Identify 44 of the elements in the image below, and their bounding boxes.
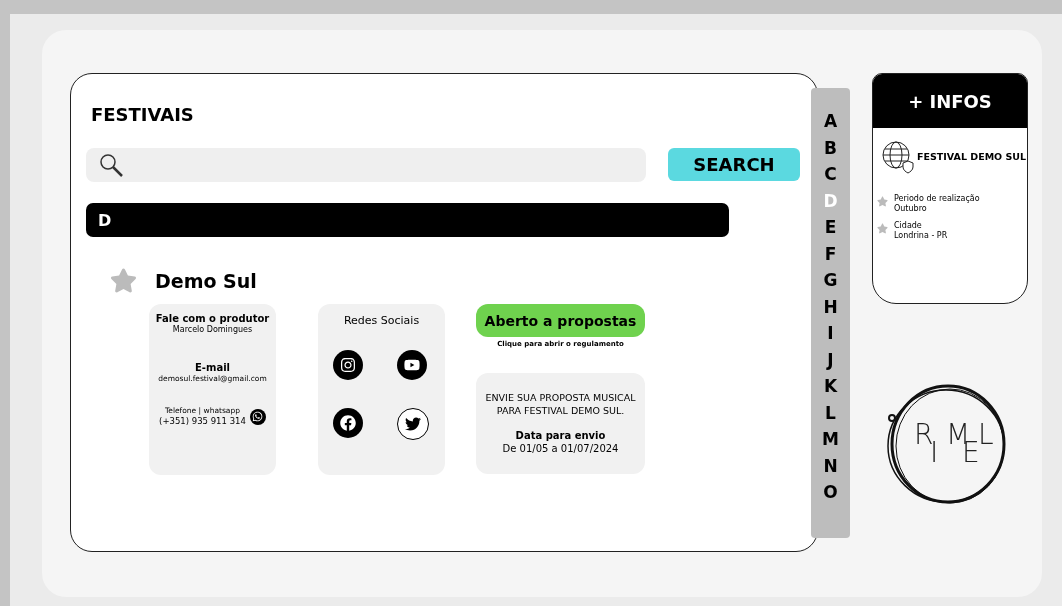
- date-label: Data para envio: [515, 428, 606, 442]
- alphabet-letter[interactable]: F: [824, 240, 837, 267]
- search-field[interactable]: [86, 148, 646, 182]
- infos-festival-name: FESTIVAL DEMO SUL: [917, 150, 1027, 164]
- section-header: D: [86, 203, 729, 237]
- whatsapp-icon[interactable]: [249, 408, 266, 425]
- facebook-icon[interactable]: [332, 408, 363, 439]
- alphabet-letter[interactable]: N: [823, 452, 838, 479]
- phone-number: (+351) 935 911 314: [159, 415, 246, 427]
- star-icon[interactable]: [110, 267, 137, 294]
- alphabet-letter[interactable]: B: [824, 134, 837, 161]
- search-icon: [98, 152, 124, 178]
- globe-icon: [881, 140, 915, 174]
- alphabet-letter[interactable]: J: [827, 346, 834, 373]
- date-range: De 01/05 a 01/07/2024: [502, 441, 619, 455]
- alphabet-letter[interactable]: K: [823, 373, 838, 400]
- alphabet-letter[interactable]: H: [823, 293, 838, 320]
- producer-name: Marcelo Domingues: [172, 325, 253, 336]
- youtube-icon[interactable]: [396, 350, 427, 381]
- star-icon: [877, 196, 888, 207]
- info-value: Outubro: [894, 204, 928, 215]
- alphabet-letter[interactable]: M: [822, 426, 839, 453]
- info-value: Londrina - PR: [894, 231, 948, 242]
- info-label: Periodo de realização: [894, 194, 980, 204]
- alphabet-letter[interactable]: O: [823, 479, 838, 506]
- contact-heading: Fale com o produtor: [155, 312, 270, 325]
- page-title: FESTIVAIS: [91, 104, 195, 125]
- alphabet-letter[interactable]: I: [827, 320, 834, 347]
- proposals-button[interactable]: Aberto a propostas: [476, 304, 645, 337]
- proposal-message: ENVIE SUA PROPOSTA MUSICAL PARA FESTIVAL DEMO SUL.: [485, 392, 636, 417]
- info-label: Cidade: [894, 220, 923, 231]
- alphabet-letter[interactable]: G: [823, 267, 838, 294]
- star-icon: [877, 222, 888, 234]
- alphabet-letter[interactable]: C: [824, 161, 837, 188]
- alphabet-letter[interactable]: E: [824, 214, 837, 241]
- socials-heading: Redes Sociais: [343, 314, 420, 329]
- alphabet-letter[interactable]: L: [825, 399, 836, 426]
- infos-header: + INFOS: [873, 74, 1027, 128]
- alphabet-letter[interactable]: A: [823, 108, 838, 135]
- twitter-icon[interactable]: [396, 408, 429, 441]
- instagram-icon[interactable]: [332, 350, 363, 381]
- search-button[interactable]: SEARCH: [668, 148, 800, 181]
- email-label: E-mail: [195, 361, 230, 375]
- festival-name: Demo Sul: [155, 269, 257, 292]
